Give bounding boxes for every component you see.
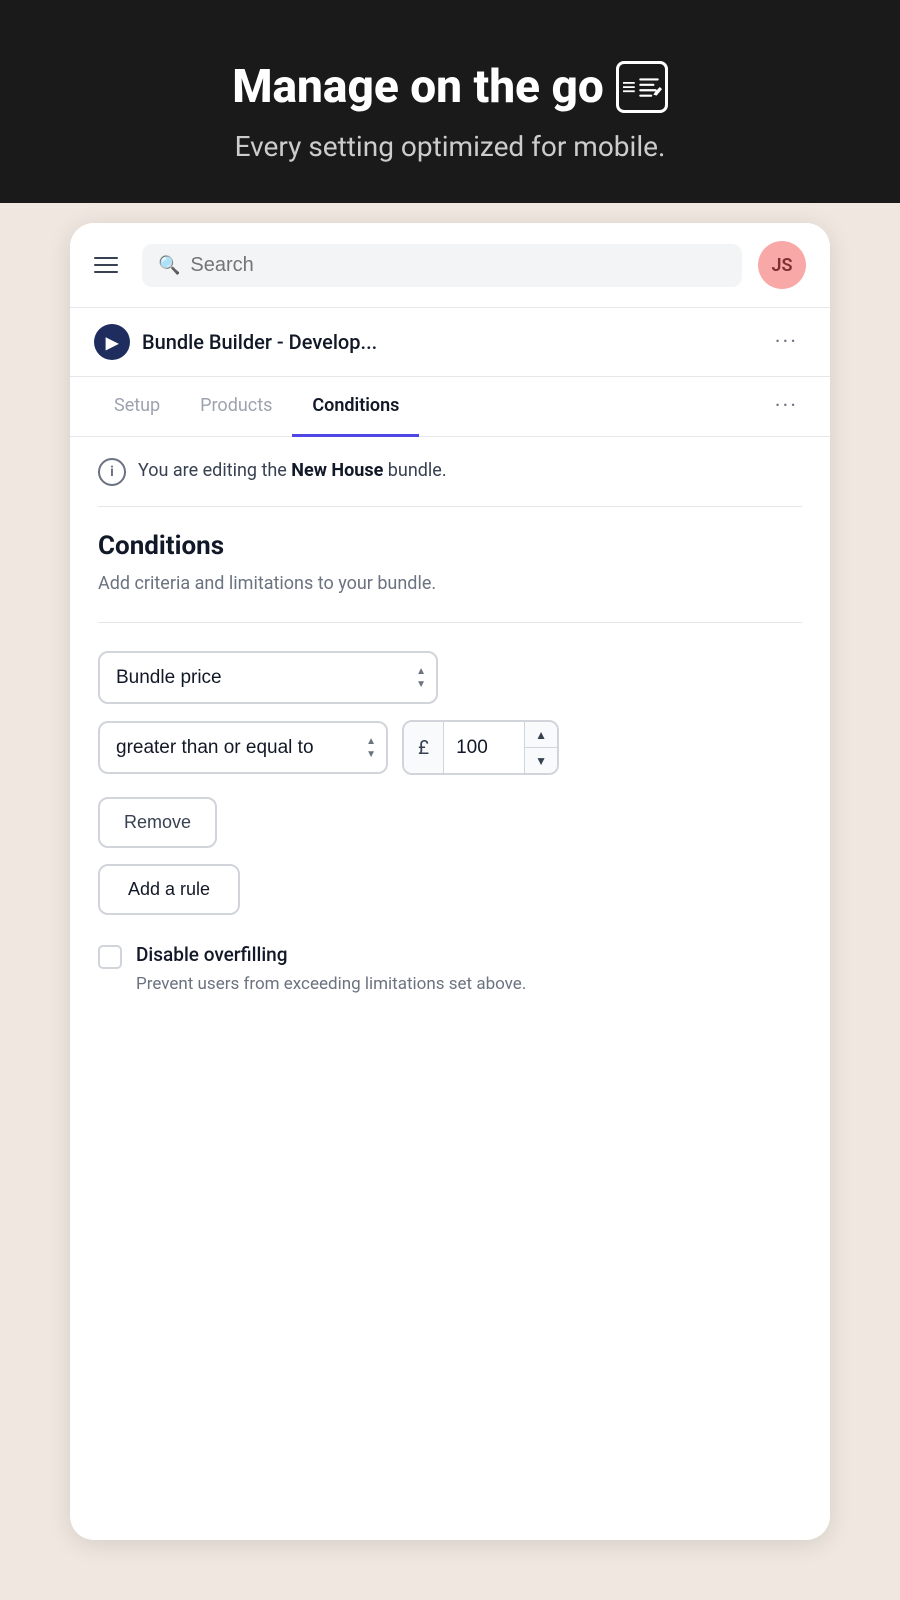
main-card: 🔍 JS ▶ Bundle Builder - Develop... ··· S… <box>70 223 830 1540</box>
hero-title-text: Manage on the go <box>232 60 604 114</box>
condition-select-wrapper: greater than or equal to less than or eq… <box>98 721 388 774</box>
bundle-price-select-wrapper: Bundle price Bundle quantity Product cou… <box>98 651 438 704</box>
tab-setup[interactable]: Setup <box>94 377 180 437</box>
remove-button[interactable]: Remove <box>98 797 217 848</box>
hero-icon <box>616 61 668 113</box>
hero-title: Manage on the go <box>232 60 668 114</box>
increment-button[interactable]: ▲ <box>525 722 557 748</box>
conditions-title: Conditions <box>98 531 802 561</box>
header-bar: 🔍 JS <box>70 223 830 308</box>
rule-row: greater than or equal to less than or eq… <box>98 720 802 775</box>
app-title-text: Bundle Builder - Develop... <box>142 330 755 354</box>
checkbox-content: Disable overfilling Prevent users from e… <box>136 943 526 998</box>
conditions-subtitle: Add criteria and limitations to your bun… <box>98 573 802 594</box>
hamburger-line-3 <box>94 271 118 273</box>
app-more-button[interactable]: ··· <box>767 326 806 359</box>
spinner-buttons: ▲ ▼ <box>524 722 557 773</box>
conditions-section: Conditions Add criteria and limitations … <box>98 507 802 998</box>
info-text: You are editing the New House bundle. <box>138 457 447 484</box>
hamburger-line-1 <box>94 257 118 259</box>
condition-operator-select[interactable]: greater than or equal to less than or eq… <box>98 721 388 774</box>
tab-products[interactable]: Products <box>180 377 292 437</box>
decrement-button[interactable]: ▼ <box>525 748 557 773</box>
hamburger-menu-button[interactable] <box>94 249 126 281</box>
list-icon <box>636 74 662 100</box>
bundle-name: New House <box>291 460 383 481</box>
hero-section: Manage on the go Every setting optimized… <box>0 0 900 203</box>
info-prefix: You are editing the <box>138 460 291 481</box>
search-bar[interactable]: 🔍 <box>142 244 742 287</box>
info-icon: i <box>98 458 126 486</box>
disable-overfilling-checkbox[interactable] <box>98 945 122 969</box>
tab-conditions[interactable]: Conditions <box>292 377 419 437</box>
add-rule-button[interactable]: Add a rule <box>98 864 240 915</box>
hamburger-line-2 <box>94 264 118 266</box>
checkbox-description: Prevent users from exceeding limitations… <box>136 972 526 998</box>
hero-subtitle: Every setting optimized for mobile. <box>235 130 666 163</box>
content-area: i You are editing the New House bundle. … <box>70 437 830 1038</box>
tabs-more-button[interactable]: ··· <box>767 386 806 427</box>
app-title-bar: ▶ Bundle Builder - Develop... ··· <box>70 308 830 377</box>
disable-overfilling-section: Disable overfilling Prevent users from e… <box>98 943 802 998</box>
app-arrow-icon: ▶ <box>106 333 118 352</box>
tabs-bar: Setup Products Conditions ··· <box>70 377 830 437</box>
search-input[interactable] <box>190 254 726 277</box>
value-input-wrapper: £ ▲ ▼ <box>402 720 559 775</box>
card-wrapper: 🔍 JS ▶ Bundle Builder - Develop... ··· S… <box>0 203 900 1600</box>
checkbox-label: Disable overfilling <box>136 943 526 966</box>
currency-symbol: £ <box>404 722 444 773</box>
info-suffix: bundle. <box>383 460 446 481</box>
info-banner: i You are editing the New House bundle. <box>98 437 802 507</box>
value-input[interactable] <box>444 722 524 773</box>
divider <box>98 622 802 623</box>
bundle-price-select[interactable]: Bundle price Bundle quantity Product cou… <box>98 651 438 704</box>
app-icon: ▶ <box>94 324 130 360</box>
avatar[interactable]: JS <box>758 241 806 289</box>
search-icon: 🔍 <box>158 255 180 276</box>
